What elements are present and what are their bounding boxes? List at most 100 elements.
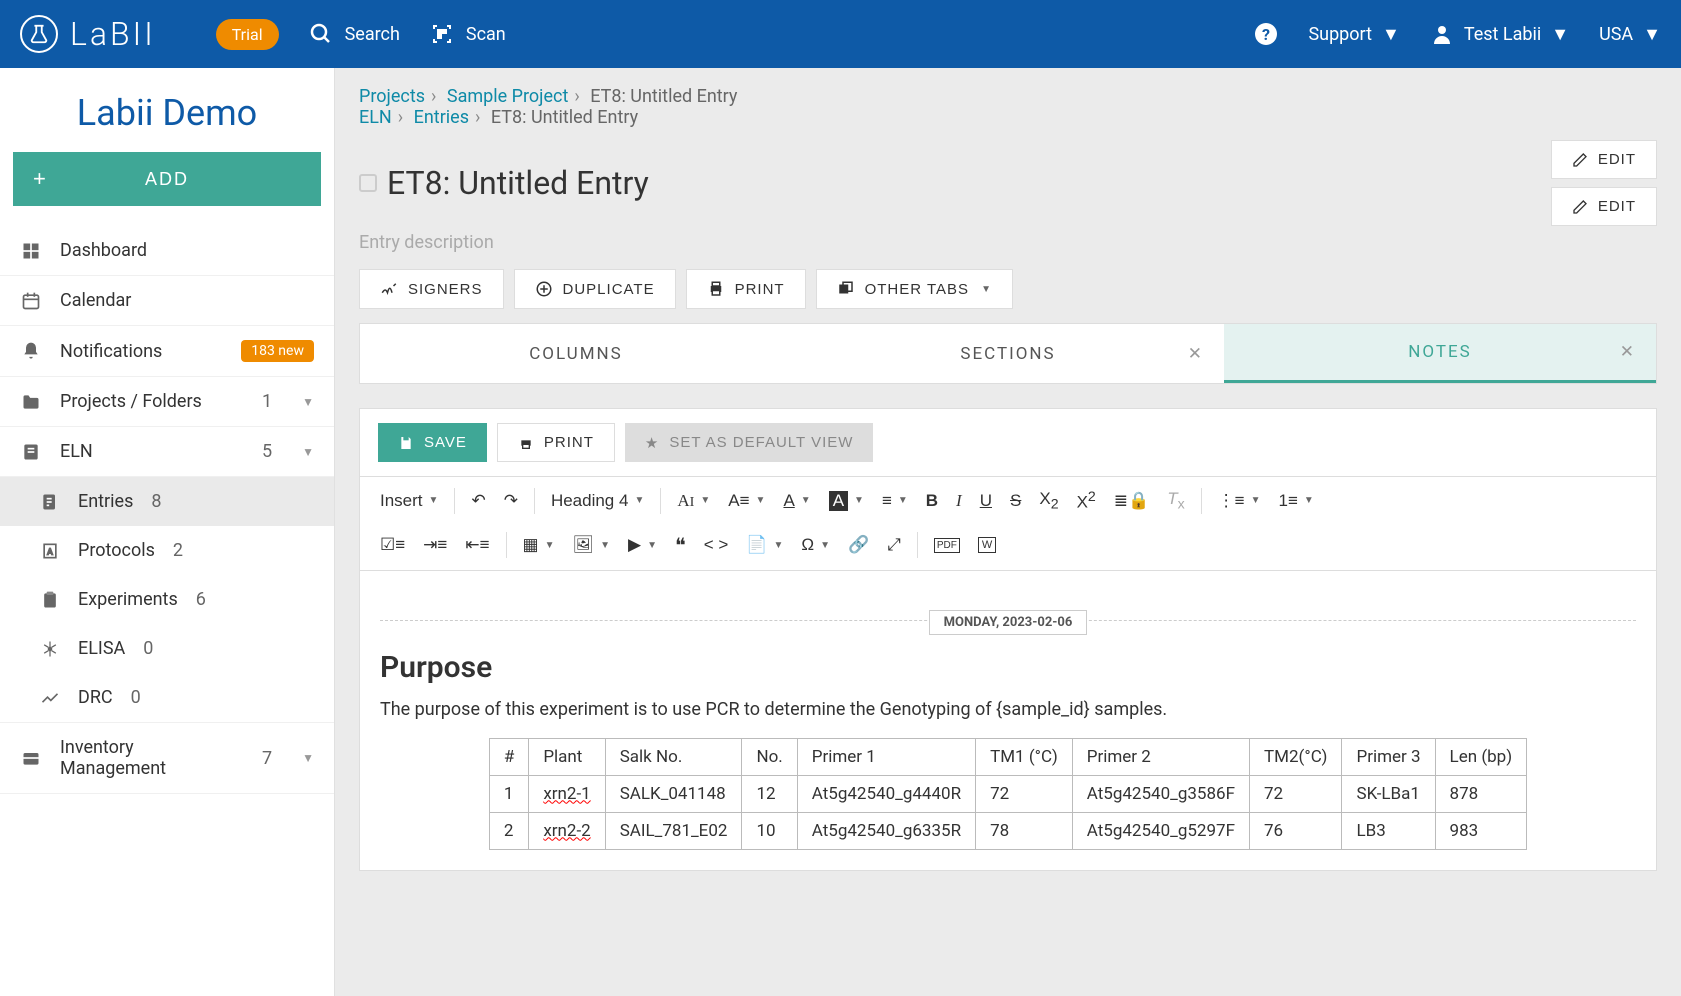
editor-content[interactable]: MONDAY, 2023-02-06 Purpose The purpose o…: [360, 571, 1656, 870]
close-icon[interactable]: ✕: [1188, 344, 1204, 364]
checklist-button[interactable]: ☑≡: [372, 529, 413, 561]
font-size-dropdown[interactable]: AI▼: [669, 485, 718, 517]
sidebar-subitem-protocols[interactable]: A Protocols 2: [0, 526, 334, 575]
trial-badge[interactable]: Trial: [216, 19, 279, 50]
save-button[interactable]: SAVE: [378, 423, 487, 462]
sidebar-item-dashboard[interactable]: Dashboard: [0, 226, 334, 276]
symbol-dropdown[interactable]: Ω▼: [793, 529, 838, 561]
insert-dropdown[interactable]: Insert▼: [372, 485, 446, 517]
close-icon[interactable]: ✕: [1620, 342, 1636, 362]
dashboard-icon: [20, 241, 42, 261]
sidebar-item-projects[interactable]: Projects / Folders 1 ▼: [0, 377, 334, 427]
redo-button[interactable]: ↷: [496, 485, 526, 517]
superscript-icon: X2: [1077, 489, 1096, 513]
subscript-icon: X2: [1039, 489, 1058, 512]
table-cell: At5g42540_g4440R: [797, 775, 975, 812]
underline-button[interactable]: U: [972, 485, 1000, 517]
pdf-button[interactable]: PDF: [926, 532, 968, 559]
highlight-icon: A: [829, 491, 848, 511]
font-family-dropdown[interactable]: A≡▼: [720, 485, 773, 517]
pencil-icon: [1572, 152, 1588, 168]
indent-icon: ⇥≡: [423, 535, 447, 555]
breadcrumb-link[interactable]: Entries: [414, 107, 469, 128]
other-tabs-button[interactable]: OTHER TABS ▼: [816, 269, 1013, 309]
save-icon: [398, 435, 414, 451]
scan-action[interactable]: Scan: [430, 22, 506, 46]
logo[interactable]: LaBII: [20, 15, 156, 53]
italic-button[interactable]: I: [948, 485, 970, 517]
code-icon: < >: [704, 535, 729, 555]
sidebar-subitem-elisa[interactable]: ELISA 0: [0, 624, 334, 673]
user-dropdown[interactable]: Test Labii ▼: [1430, 22, 1569, 46]
signers-button[interactable]: SIGNERS: [359, 269, 504, 309]
sidebar-item-calendar[interactable]: Calendar: [0, 276, 334, 326]
undo-button[interactable]: ↶: [463, 485, 493, 517]
edit-title-button[interactable]: EDIT: [1551, 140, 1657, 179]
strikethrough-button[interactable]: S: [1002, 485, 1029, 517]
bullet-list-dropdown[interactable]: ⋮≡▼: [1210, 485, 1269, 517]
sidebar-item-eln[interactable]: ELN 5 ▼: [0, 427, 334, 477]
clear-format-button[interactable]: Tx: [1159, 483, 1192, 518]
align-dropdown[interactable]: ≡▼: [874, 485, 916, 517]
region-dropdown[interactable]: USA ▼: [1599, 24, 1661, 45]
chart-icon: [40, 688, 60, 708]
font-color-dropdown[interactable]: A▼: [775, 485, 818, 517]
image-dropdown[interactable]: 🖼▼: [564, 529, 618, 561]
tab-sections[interactable]: SECTIONS✕: [792, 324, 1224, 383]
bold-button[interactable]: B: [918, 485, 946, 517]
pagebreak-icon: ⤢: [887, 535, 901, 555]
heading-dropdown[interactable]: Heading 4▼: [543, 485, 652, 517]
content-paragraph: The purpose of this experiment is to use…: [380, 699, 1636, 720]
print-button[interactable]: PRINT: [686, 269, 806, 309]
template-dropdown[interactable]: 📄▼: [738, 529, 791, 561]
search-action[interactable]: Search: [309, 22, 400, 46]
sidebar-item-notifications[interactable]: Notifications 183 new: [0, 326, 334, 377]
print-editor-button[interactable]: PRINT: [497, 423, 615, 462]
indent-button[interactable]: ⇥≡: [415, 529, 455, 561]
omega-icon: Ω: [801, 535, 814, 555]
edit-desc-button[interactable]: EDIT: [1551, 187, 1657, 226]
table-dropdown[interactable]: ▦▼: [515, 529, 563, 561]
sidebar-subitem-experiments[interactable]: Experiments 6: [0, 575, 334, 624]
tab-columns[interactable]: COLUMNS: [360, 324, 792, 383]
word-button[interactable]: W: [970, 531, 1004, 559]
quote-button[interactable]: ❝: [667, 527, 694, 564]
word-icon: W: [978, 537, 996, 553]
breadcrumb-link[interactable]: Projects: [359, 86, 425, 107]
superscript-button[interactable]: X2: [1069, 483, 1104, 519]
subscript-button[interactable]: X2: [1031, 483, 1066, 518]
duplicate-button[interactable]: DUPLICATE: [514, 269, 676, 309]
outdent-button[interactable]: ⇤≡: [457, 529, 497, 561]
breadcrumb-link[interactable]: Sample Project: [447, 86, 568, 107]
link-button[interactable]: 🔗: [840, 529, 877, 561]
video-dropdown[interactable]: ▶▼: [620, 529, 665, 561]
entry-checkbox[interactable]: [359, 174, 377, 192]
table-header-cell: #: [489, 738, 528, 775]
sidebar-item-label: Notifications: [60, 341, 223, 362]
highlight-dropdown[interactable]: A▼: [821, 485, 872, 517]
lock-format-button[interactable]: ≣🔒: [1106, 485, 1157, 517]
help-button[interactable]: ?: [1254, 22, 1278, 46]
main-content: Projects› Sample Project› ET8: Untitled …: [335, 68, 1681, 996]
pagebreak-button[interactable]: ⤢: [879, 529, 909, 561]
sidebar-item-label: Projects / Folders: [60, 391, 244, 412]
sidebar-subitem-entries[interactable]: Entries 8: [0, 477, 334, 526]
entry-title: ET8: Untitled Entry: [359, 164, 649, 202]
editor-panel: SAVE PRINT ★SET AS DEFAULT VIEW Insert▼ …: [359, 408, 1657, 871]
support-dropdown[interactable]: Support ▼: [1308, 24, 1399, 45]
svg-text:A: A: [47, 547, 53, 557]
tab-notes[interactable]: NOTES✕: [1224, 324, 1656, 383]
bold-icon: B: [926, 491, 938, 511]
sidebar-item-inventory[interactable]: Inventory Management 7 ▼: [0, 722, 334, 794]
item-count: 0: [143, 638, 153, 659]
org-title[interactable]: Labii Demo: [0, 68, 334, 152]
add-button[interactable]: + ADD: [13, 152, 321, 206]
date-divider: MONDAY, 2023-02-06: [380, 611, 1636, 630]
underline-icon: U: [980, 491, 992, 511]
breadcrumb-link[interactable]: ELN: [359, 107, 392, 128]
number-list-dropdown[interactable]: 1≡▼: [1271, 485, 1322, 517]
sidebar-subitem-drc[interactable]: DRC 0: [0, 673, 334, 722]
code-button[interactable]: < >: [696, 529, 737, 561]
lock-icon: ≣🔒: [1114, 491, 1149, 511]
plus-icon: +: [33, 166, 48, 192]
